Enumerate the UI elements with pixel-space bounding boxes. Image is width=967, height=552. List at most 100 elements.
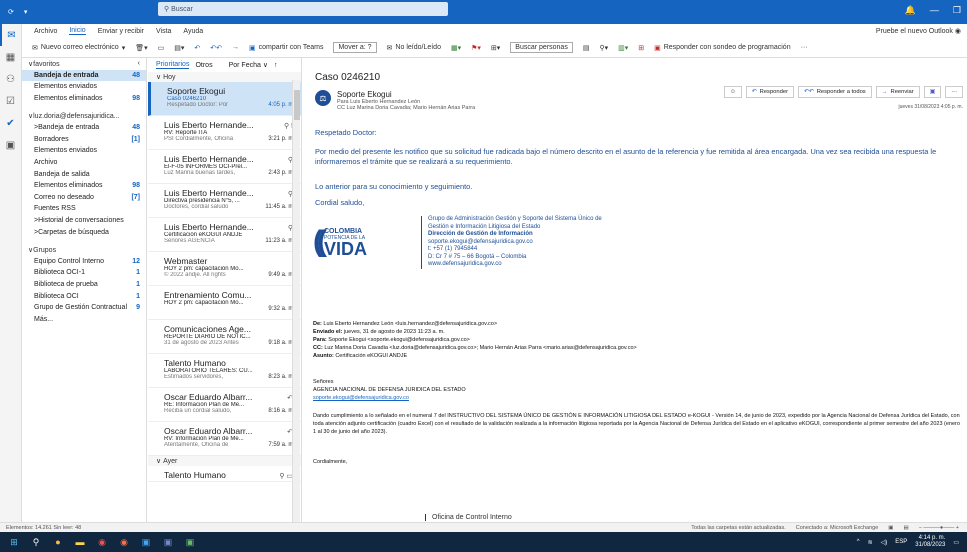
reply-all-icon[interactable]: ↶↶ xyxy=(210,44,222,52)
tasks-icon[interactable]: ☑ xyxy=(0,90,21,112)
categorize-icon[interactable]: ▦▾ xyxy=(451,44,461,52)
unread-button[interactable]: ✉ No leído/Leído xyxy=(387,44,441,52)
collapse-icon[interactable]: ‹ xyxy=(138,60,140,67)
mail-item[interactable]: Luis Eberto Hernande... El-F-05 INFORMES … xyxy=(148,150,301,184)
reply-icon[interactable]: ↶ xyxy=(194,44,200,52)
groups-header[interactable]: ∨Grupos xyxy=(22,244,146,256)
zoom-slider[interactable]: − ———●—— + xyxy=(919,525,959,531)
wifi-icon[interactable]: ≋ xyxy=(868,539,873,546)
folder-outbox[interactable]: Bandeja de salida xyxy=(22,168,146,180)
firefox-icon[interactable]: ◉ xyxy=(118,536,130,548)
folder-sent[interactable]: Elementos enviados xyxy=(22,145,146,157)
menu-ayuda[interactable]: Ayuda xyxy=(183,28,203,35)
normal-view-icon[interactable]: ▣ xyxy=(888,525,893,531)
apps-ribbon-icon[interactable]: ⊞ xyxy=(638,44,644,52)
folder-rss[interactable]: Fuentes RSS xyxy=(22,203,146,215)
outlook-taskbar-icon[interactable]: ▣ xyxy=(140,536,152,548)
calendar-icon[interactable]: ▦ xyxy=(0,46,21,68)
group-item[interactable]: Grupo de Gestión Contractual 9 xyxy=(22,302,146,314)
teams-taskbar-icon[interactable]: ▣ xyxy=(162,536,174,548)
group-item[interactable]: Biblioteca OCI-1 1 xyxy=(22,267,146,279)
tray-chevron-icon[interactable]: ^ xyxy=(857,539,860,545)
delete-icon[interactable]: 🗑▾ xyxy=(135,44,147,52)
group-item[interactable]: Biblioteca OCI 1 xyxy=(22,290,146,302)
archive-icon[interactable]: ▭ xyxy=(158,44,165,52)
teams-share-button[interactable]: ▣ compartir con Teams xyxy=(249,44,323,52)
fav-inbox[interactable]: Bandeja de entrada 48 xyxy=(22,69,146,82)
tab-other[interactable]: Otros xyxy=(195,62,212,69)
address-book-icon[interactable]: ▤ xyxy=(583,44,590,52)
mail-item[interactable]: Oscar Eduardo Albarr... RE: Información P… xyxy=(148,388,301,422)
folder-inbox[interactable]: >Bandeja de entrada 48 xyxy=(22,122,146,134)
mail-item[interactable]: Entrenamiento Comu... HOY 2 pm: capacitac… xyxy=(148,286,301,320)
scroll-thumb[interactable] xyxy=(294,90,300,120)
favorites-header[interactable]: ∨favoritos ‹ xyxy=(22,58,146,70)
fav-deleted[interactable]: Elementos eliminados 98 xyxy=(22,93,146,105)
search-input[interactable]: ⚲ Buscar xyxy=(158,2,448,16)
sender-name[interactable]: Soporte Ekogui xyxy=(337,90,475,99)
mail-item[interactable]: Talento Humano LABORATORIO TELARES: CU...… xyxy=(148,354,301,388)
folder-deleted[interactable]: Elementos eliminados 98 xyxy=(22,180,146,192)
bell-icon[interactable]: 🔔 xyxy=(905,5,916,16)
mail-item[interactable]: Luis Eberto Hernande... Certificación eKO… xyxy=(148,218,301,252)
reading-view-icon[interactable]: ▤ xyxy=(903,525,908,531)
account-header[interactable]: ∨luz.doria@defensajuridica... xyxy=(22,110,146,122)
mail-item[interactable]: Oscar Eduardo Albarr... RV: Información P… xyxy=(148,422,301,456)
tab-focused[interactable]: Prioritarios xyxy=(156,61,190,69)
people-icon[interactable]: ⚇ xyxy=(0,68,21,90)
mail-item[interactable]: Soporte Ekogui Caso 0246210 Respetado Doct… xyxy=(148,82,301,116)
group-header-yesterday[interactable]: ∨ Ayer xyxy=(148,456,301,466)
viva-icon[interactable]: ▥▾ xyxy=(618,44,628,52)
folder-junk[interactable]: Correo no deseado [7] xyxy=(22,192,146,204)
agency-email-link[interactable]: soporte.ekogui@defensajuridica.gov.co xyxy=(313,394,963,402)
mail-icon[interactable]: ✉ xyxy=(0,24,21,46)
group-item[interactable]: Biblioteca de prueba 1 xyxy=(22,279,146,291)
forward-icon[interactable]: → xyxy=(232,44,239,51)
mail-item[interactable]: Luis Eberto Hernande... RV: Reporte ITA PS… xyxy=(148,116,301,150)
todo-icon[interactable]: ✔ xyxy=(0,112,21,134)
menu-vista[interactable]: Vista xyxy=(156,28,171,35)
folder-history[interactable]: >Historial de conversaciones xyxy=(22,215,146,227)
mail-item[interactable]: Comunicaciones Age... REPORTE DIARIO DE N… xyxy=(148,320,301,354)
fav-sent[interactable]: Elementos enviados xyxy=(22,81,146,93)
apps-icon[interactable]: ▣ xyxy=(0,134,21,156)
rules-icon[interactable]: ⊞▾ xyxy=(491,44,500,52)
move-to-dropdown[interactable]: Mover a: ? xyxy=(333,42,377,53)
group-item[interactable]: Equipo Control Interno 12 xyxy=(22,256,146,268)
windows-start-icon[interactable]: ⊞ xyxy=(8,536,20,548)
filter-icon[interactable]: ⚲▾ xyxy=(599,44,608,52)
chrome-icon[interactable]: ◉ xyxy=(96,536,108,548)
search-icon[interactable]: ⚲ xyxy=(30,536,42,548)
language-indicator[interactable]: ESP xyxy=(895,539,907,545)
flag-icon[interactable]: ⚑▾ xyxy=(471,44,481,52)
try-new-outlook-toggle[interactable]: Pruebe el nuevo Outlook ◉ xyxy=(876,27,961,35)
file-explorer-icon[interactable]: ▬ xyxy=(74,536,86,548)
search-people-input[interactable]: Buscar personas xyxy=(510,42,573,53)
reply-button[interactable]: ↶ Responder xyxy=(745,86,794,98)
avatar[interactable]: ⚖ xyxy=(315,90,331,106)
new-email-button[interactable]: ✉ Nuevo correo electrónico ▾ xyxy=(32,44,125,52)
emoji-button[interactable]: ☺ xyxy=(723,86,742,98)
sync-icon[interactable]: ⟳ xyxy=(8,8,14,16)
restore-icon[interactable]: ❐ xyxy=(953,5,961,16)
move-icon[interactable]: ▤▾ xyxy=(174,44,184,52)
reply-all-button[interactable]: ↶↶ Responder a todos xyxy=(798,86,872,98)
folder-search[interactable]: >Carpetas de búsqueda xyxy=(22,226,146,238)
folder-drafts[interactable]: Borradores [1] xyxy=(22,134,146,146)
mail-item[interactable]: Talento Humano ⚲ ▭ xyxy=(148,466,301,482)
forward-button[interactable]: → Reenviar xyxy=(875,86,920,98)
sort-dropdown[interactable]: Por Fecha ∨ xyxy=(229,61,268,69)
sort-arrow-icon[interactable]: ↑ xyxy=(274,62,278,69)
mail-item[interactable]: Webmaster HOY 2 pm: capacitación Mo... © 2… xyxy=(148,252,301,286)
quick-access-icon[interactable]: ▾ xyxy=(24,8,28,16)
menu-enviar-recibir[interactable]: Enviar y recibir xyxy=(98,28,144,35)
menu-archivo[interactable]: Archivo xyxy=(34,28,57,35)
teams-button[interactable]: ▣ xyxy=(923,86,942,98)
list-scrollbar[interactable] xyxy=(292,80,300,522)
minimize-icon[interactable]: — xyxy=(930,5,939,16)
more-icon[interactable]: ··· xyxy=(801,44,808,51)
more-actions-button[interactable]: ··· xyxy=(945,86,963,98)
group-more[interactable]: Más... xyxy=(22,313,146,325)
group-header-today[interactable]: ∨ Hoy xyxy=(148,72,301,82)
volume-icon[interactable]: ◁) xyxy=(881,539,888,546)
